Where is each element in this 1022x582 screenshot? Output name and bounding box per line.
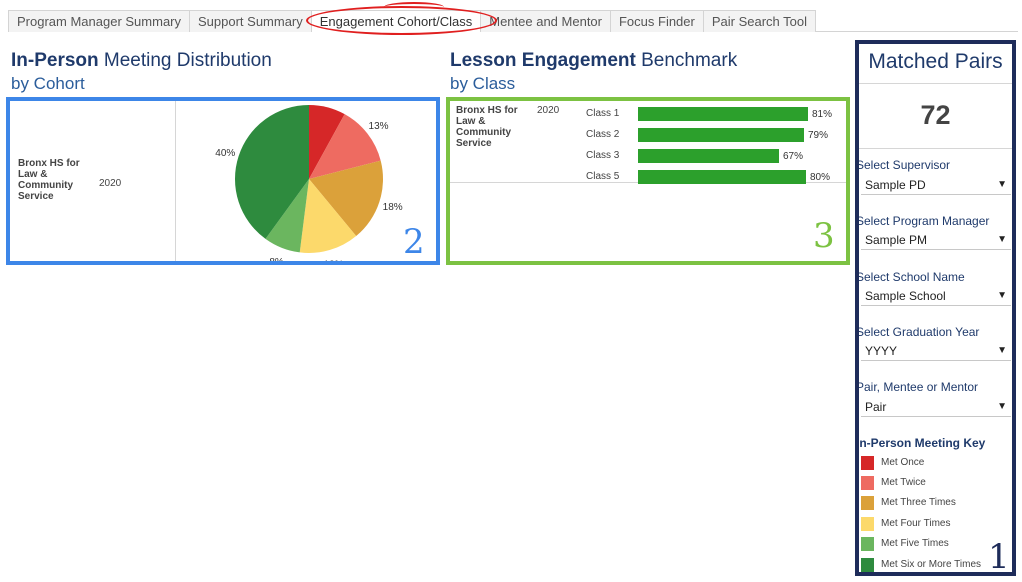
bar-value-label: 67% — [783, 151, 804, 162]
meeting-distribution-box: Bronx HS for Law & Community Service 202… — [6, 97, 440, 265]
box-number-1: 1 — [988, 537, 1010, 576]
bar-class-2[interactable] — [638, 128, 804, 142]
bar-category-label: Class 1 — [586, 108, 620, 119]
supervisor-filter-label: Select Supervisor — [856, 158, 951, 172]
tab-support-summary[interactable]: Support Summary — [189, 10, 312, 32]
graduation-year-select-value: YYYY — [865, 344, 898, 358]
bar-class-3[interactable] — [638, 149, 779, 163]
matched-pairs-divider — [859, 83, 1012, 84]
pie-data-label: 13% — [369, 121, 389, 132]
school-name-select[interactable]: Sample School ▼ — [861, 286, 1011, 306]
supervisor-select-value: Sample PD — [865, 178, 926, 192]
bar-value-label: 79% — [808, 130, 829, 141]
pair-mentee-mentor-select[interactable]: Pair ▼ — [861, 397, 1011, 417]
key-label: Met Five Times — [881, 538, 949, 549]
pie-data-label: 18% — [383, 202, 403, 213]
pair-mentee-mentor-filter-label: Pair, Mentee or Mentor — [856, 380, 979, 394]
key-swatch — [861, 537, 874, 551]
lesson-engagement-box: Bronx HS for Law & Community Service 202… — [446, 97, 850, 265]
bar-class-5[interactable] — [638, 170, 806, 184]
bar-value-label: 80% — [810, 172, 831, 183]
tab-bar: Program Manager Summary Support Summary … — [8, 2, 1018, 35]
lesson-engagement-subtitle: by Class — [450, 74, 516, 93]
program-manager-select[interactable]: Sample PM ▼ — [861, 230, 1011, 250]
graduation-year-select[interactable]: YYYY ▼ — [861, 341, 1011, 361]
meeting-key-title: In-Person Meeting Key — [856, 436, 986, 450]
box-number-2: 2 — [403, 222, 425, 262]
pie-data-label: 40% — [215, 148, 235, 159]
matched-pairs-value: 72 — [920, 100, 951, 130]
cohort-school-label: Bronx HS for Law & Community Service — [18, 158, 80, 202]
lesson-engagement-title-bold: Lesson Engagement — [450, 50, 636, 71]
bar-category-label: Class 3 — [586, 150, 620, 161]
chevron-down-icon: ▼ — [997, 345, 1007, 356]
box-number-3: 3 — [813, 216, 835, 256]
tab-pair-search-tool[interactable]: Pair Search Tool — [702, 10, 817, 32]
graduation-year-filter-label: Select Graduation Year — [856, 325, 980, 339]
key-swatch — [861, 496, 874, 510]
highlight-circle-tail — [383, 2, 444, 12]
program-manager-select-value: Sample PM — [865, 233, 928, 247]
meeting-distribution-title: In-Person Meeting Distribution — [11, 50, 272, 72]
key-swatch — [861, 456, 874, 470]
key-label: Met Once — [881, 457, 925, 468]
key-label: Met Three Times — [881, 497, 956, 508]
lesson-engagement-title-rest: Benchmark — [635, 50, 738, 71]
bar-category-label: Class 2 — [586, 129, 620, 140]
key-label: Met Twice — [881, 477, 926, 488]
supervisor-select[interactable]: Sample PD ▼ — [861, 175, 1011, 195]
tab-focus-finder[interactable]: Focus Finder — [609, 10, 704, 32]
meeting-distribution-subtitle: by Cohort — [11, 74, 85, 93]
meeting-distribution-pie: 8%13%18%13%8%40% — [215, 105, 403, 261]
pie-data-label: 13% — [324, 260, 344, 261]
bar-value-label: 81% — [812, 109, 833, 120]
key-swatch — [861, 558, 874, 572]
bar-category-label: Class 5 — [586, 171, 620, 182]
pie-data-label: 8% — [269, 257, 284, 261]
meeting-distribution-title-bold: In-Person — [11, 50, 99, 71]
key-label: Met Six or More Times — [881, 559, 982, 570]
program-manager-filter-label: Select Program Manager — [856, 214, 990, 228]
key-swatch — [861, 476, 874, 490]
filters-panel: Matched Pairs 72 Select Supervisor Sampl… — [855, 40, 1016, 576]
tab-engagement-cohort-class[interactable]: Engagement Cohort/Class — [305, 2, 497, 35]
tab-program-manager-summary[interactable]: Program Manager Summary — [8, 10, 190, 32]
bar-class-1[interactable] — [638, 107, 808, 121]
key-swatch — [861, 517, 874, 531]
chevron-down-icon: ▼ — [997, 290, 1007, 301]
chevron-down-icon: ▼ — [997, 179, 1007, 190]
lesson-engagement-title: Lesson Engagement Benchmark — [450, 50, 737, 72]
key-label: Met Four Times — [881, 518, 951, 529]
chevron-down-icon: ▼ — [997, 234, 1007, 245]
lesson-engagement-bars: Class 1 81% Class 2 79% Class 3 67% Class 5 80% — [450, 101, 846, 184]
pair-mentee-mentor-select-value: Pair — [865, 400, 887, 414]
meeting-distribution-title-rest: Meeting Distribution — [98, 50, 272, 71]
tab-mentee-and-mentor[interactable]: Mentee and Mentor — [480, 10, 611, 32]
chevron-down-icon: ▼ — [997, 401, 1007, 412]
school-name-filter-label: Select School Name — [856, 270, 965, 284]
tab-engagement-cohort-class-label: Engagement Cohort/Class — [319, 14, 473, 29]
cohort-year-label: 2020 — [99, 178, 122, 189]
school-name-select-value: Sample School — [865, 289, 946, 303]
value-divider — [859, 148, 1012, 149]
matched-pairs-title: Matched Pairs — [868, 50, 1003, 73]
